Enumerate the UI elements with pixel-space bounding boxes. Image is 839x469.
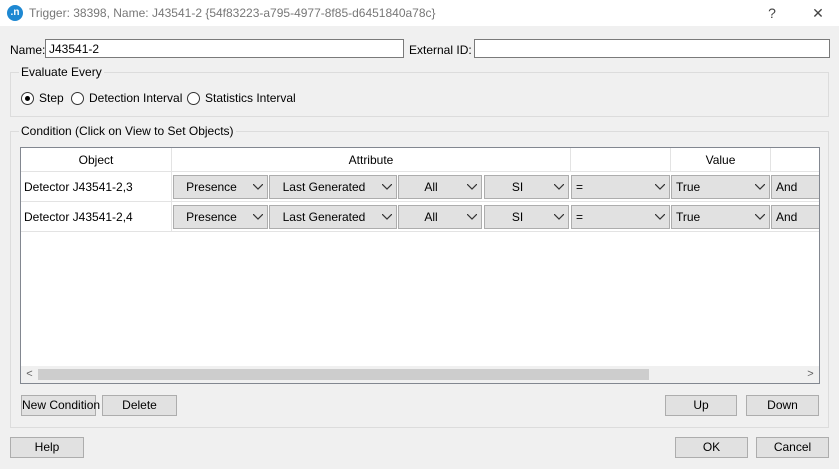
chevron-down-icon (655, 176, 665, 198)
table-row-object[interactable]: Detector J43541-2,3 (21, 172, 172, 202)
window-title: Trigger: 38398, Name: J43541-2 {54f83223… (29, 6, 436, 20)
cancel-button[interactable]: Cancel (756, 437, 829, 458)
name-label: Name: (10, 43, 46, 57)
operator-value: = (576, 210, 584, 224)
chevron-down-icon (253, 206, 263, 228)
down-button[interactable]: Down (746, 395, 819, 416)
external-id-input[interactable] (474, 39, 830, 58)
value-value: True (676, 180, 701, 194)
operator-dropdown[interactable]: = (571, 175, 670, 199)
condition-title: Condition (Click on View to Set Objects) (19, 124, 236, 138)
attribute-type-value: Presence (186, 180, 237, 194)
attribute-type-dropdown[interactable]: Presence (173, 205, 268, 229)
column-header-operator[interactable] (571, 148, 671, 172)
attribute-scope-dropdown[interactable]: All (398, 175, 482, 199)
help-title-button[interactable]: ? (757, 2, 787, 24)
up-button[interactable]: Up (665, 395, 737, 416)
attribute-scope-value: All (424, 210, 438, 224)
logic-value: And (776, 180, 798, 194)
radio-step[interactable]: Step (21, 91, 64, 105)
attribute-source-value: Last Generated (282, 210, 366, 224)
radio-step-label: Step (39, 91, 64, 105)
radio-detection-interval-label: Detection Interval (89, 91, 183, 105)
attribute-interval-dropdown[interactable]: SI (484, 205, 569, 229)
horizontal-scrollbar[interactable]: < > (21, 366, 819, 383)
external-id-label: External ID: (409, 43, 472, 57)
condition-grid: Object Attribute Value Detector J43541-2… (20, 147, 820, 384)
chevron-down-icon (655, 206, 665, 228)
column-header-value[interactable]: Value (671, 148, 771, 172)
name-input[interactable] (45, 39, 404, 58)
column-header-object[interactable]: Object (21, 148, 172, 172)
scrollbar-thumb[interactable] (38, 369, 649, 380)
scroll-left-icon[interactable]: < (21, 366, 38, 383)
operator-dropdown[interactable]: = (571, 205, 670, 229)
chevron-down-icon (253, 176, 263, 198)
attribute-scope-dropdown[interactable]: All (398, 205, 482, 229)
chevron-down-icon (467, 176, 477, 198)
logic-value: And (776, 210, 798, 224)
new-condition-button[interactable]: New Condition (21, 395, 100, 416)
attribute-interval-dropdown[interactable]: SI (484, 175, 569, 199)
chevron-down-icon (467, 206, 477, 228)
chevron-down-icon (554, 176, 564, 198)
chevron-down-icon (755, 176, 765, 198)
logic-dropdown[interactable]: And (771, 205, 819, 229)
operator-value: = (576, 180, 584, 194)
attribute-type-value: Presence (186, 210, 237, 224)
radio-step-indicator[interactable] (21, 91, 34, 105)
chevron-down-icon (382, 176, 392, 198)
chevron-down-icon (755, 206, 765, 228)
app-icon: .n (7, 5, 23, 21)
attribute-source-dropdown[interactable]: Last Generated (269, 205, 397, 229)
radio-statistics-interval[interactable]: Statistics Interval (187, 91, 296, 105)
logic-dropdown[interactable]: And (771, 175, 819, 199)
close-button[interactable]: ✕ (803, 2, 833, 24)
value-value: True (676, 210, 701, 224)
column-header-attribute[interactable]: Attribute (172, 148, 571, 172)
table-row-object[interactable]: Detector J43541-2,4 (21, 202, 172, 232)
scroll-right-icon[interactable]: > (802, 366, 819, 383)
attribute-source-value: Last Generated (282, 180, 366, 194)
evaluate-every-title: Evaluate Every (19, 65, 104, 79)
radio-detection-interval[interactable]: Detection Interval (71, 91, 182, 105)
radio-statistics-interval-indicator[interactable] (187, 91, 200, 105)
attribute-source-dropdown[interactable]: Last Generated (269, 175, 397, 199)
radio-statistics-interval-label: Statistics Interval (205, 91, 296, 105)
value-dropdown[interactable]: True (671, 205, 770, 229)
help-button[interactable]: Help (10, 437, 84, 458)
attribute-interval-value: SI (511, 210, 524, 224)
chevron-down-icon (554, 206, 564, 228)
title-bar: .n Trigger: 38398, Name: J43541-2 {54f83… (0, 0, 839, 26)
delete-button[interactable]: Delete (102, 395, 177, 416)
attribute-type-dropdown[interactable]: Presence (173, 175, 268, 199)
chevron-down-icon (382, 206, 392, 228)
value-dropdown[interactable]: True (671, 175, 770, 199)
column-header-logic[interactable] (771, 148, 819, 172)
radio-detection-interval-indicator[interactable] (71, 91, 84, 105)
attribute-scope-value: All (424, 180, 438, 194)
attribute-interval-value: SI (511, 180, 524, 194)
ok-button[interactable]: OK (675, 437, 748, 458)
